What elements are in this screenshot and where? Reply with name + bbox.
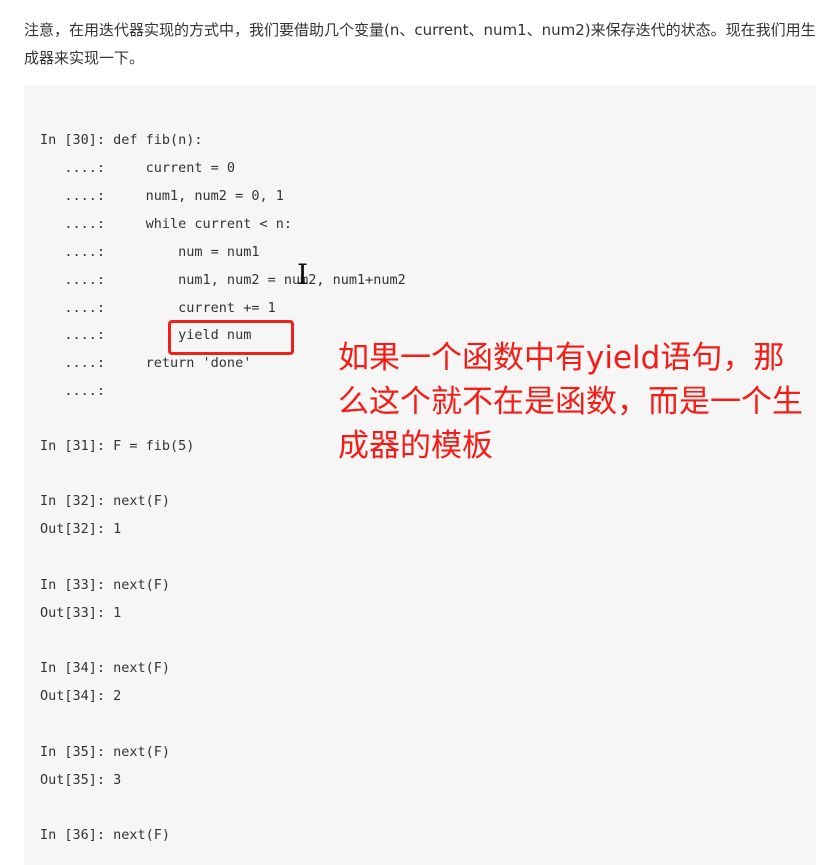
highlight-box (168, 320, 294, 355)
code-line: ....: while current < n: (40, 216, 292, 232)
code-line: In [35]: next(F) (40, 744, 171, 760)
code-line: Out[33]: 1 (40, 605, 122, 621)
code-line: ....: num1, num2 = 0, 1 (40, 188, 284, 204)
code-line: In [31]: F = fib(5) (40, 438, 195, 454)
code-line: ....: current = 0 (40, 160, 236, 176)
code-line: ....: num = num1 (40, 244, 260, 260)
code-line: Out[35]: 3 (40, 772, 122, 788)
code-line: Out[34]: 2 (40, 688, 122, 704)
code-line: ....: num1, num2 = num2, num1+num2 (40, 272, 406, 288)
annotation-text: 如果一个函数中有yield语句，那么这个就不在是函数，而是一个生成器的模板 (338, 340, 803, 464)
code-line: In [30]: def fib(n): (40, 132, 203, 148)
code-line: In [36]: next(F) (40, 827, 171, 843)
code-line: ....: current += 1 (40, 300, 276, 316)
code-line: ....: return 'done' (40, 355, 252, 371)
code-line: In [32]: next(F) (40, 493, 171, 509)
text-cursor-icon: I (297, 258, 309, 291)
code-line: In [34]: next(F) (40, 660, 171, 676)
code-line: Out[32]: 1 (40, 521, 122, 537)
code-line: In [33]: next(F) (40, 577, 171, 593)
code-line: ....: (40, 383, 106, 399)
intro-paragraph: 注意，在用迭代器实现的方式中，我们要借助几个变量(n、current、num1、… (24, 21, 816, 67)
